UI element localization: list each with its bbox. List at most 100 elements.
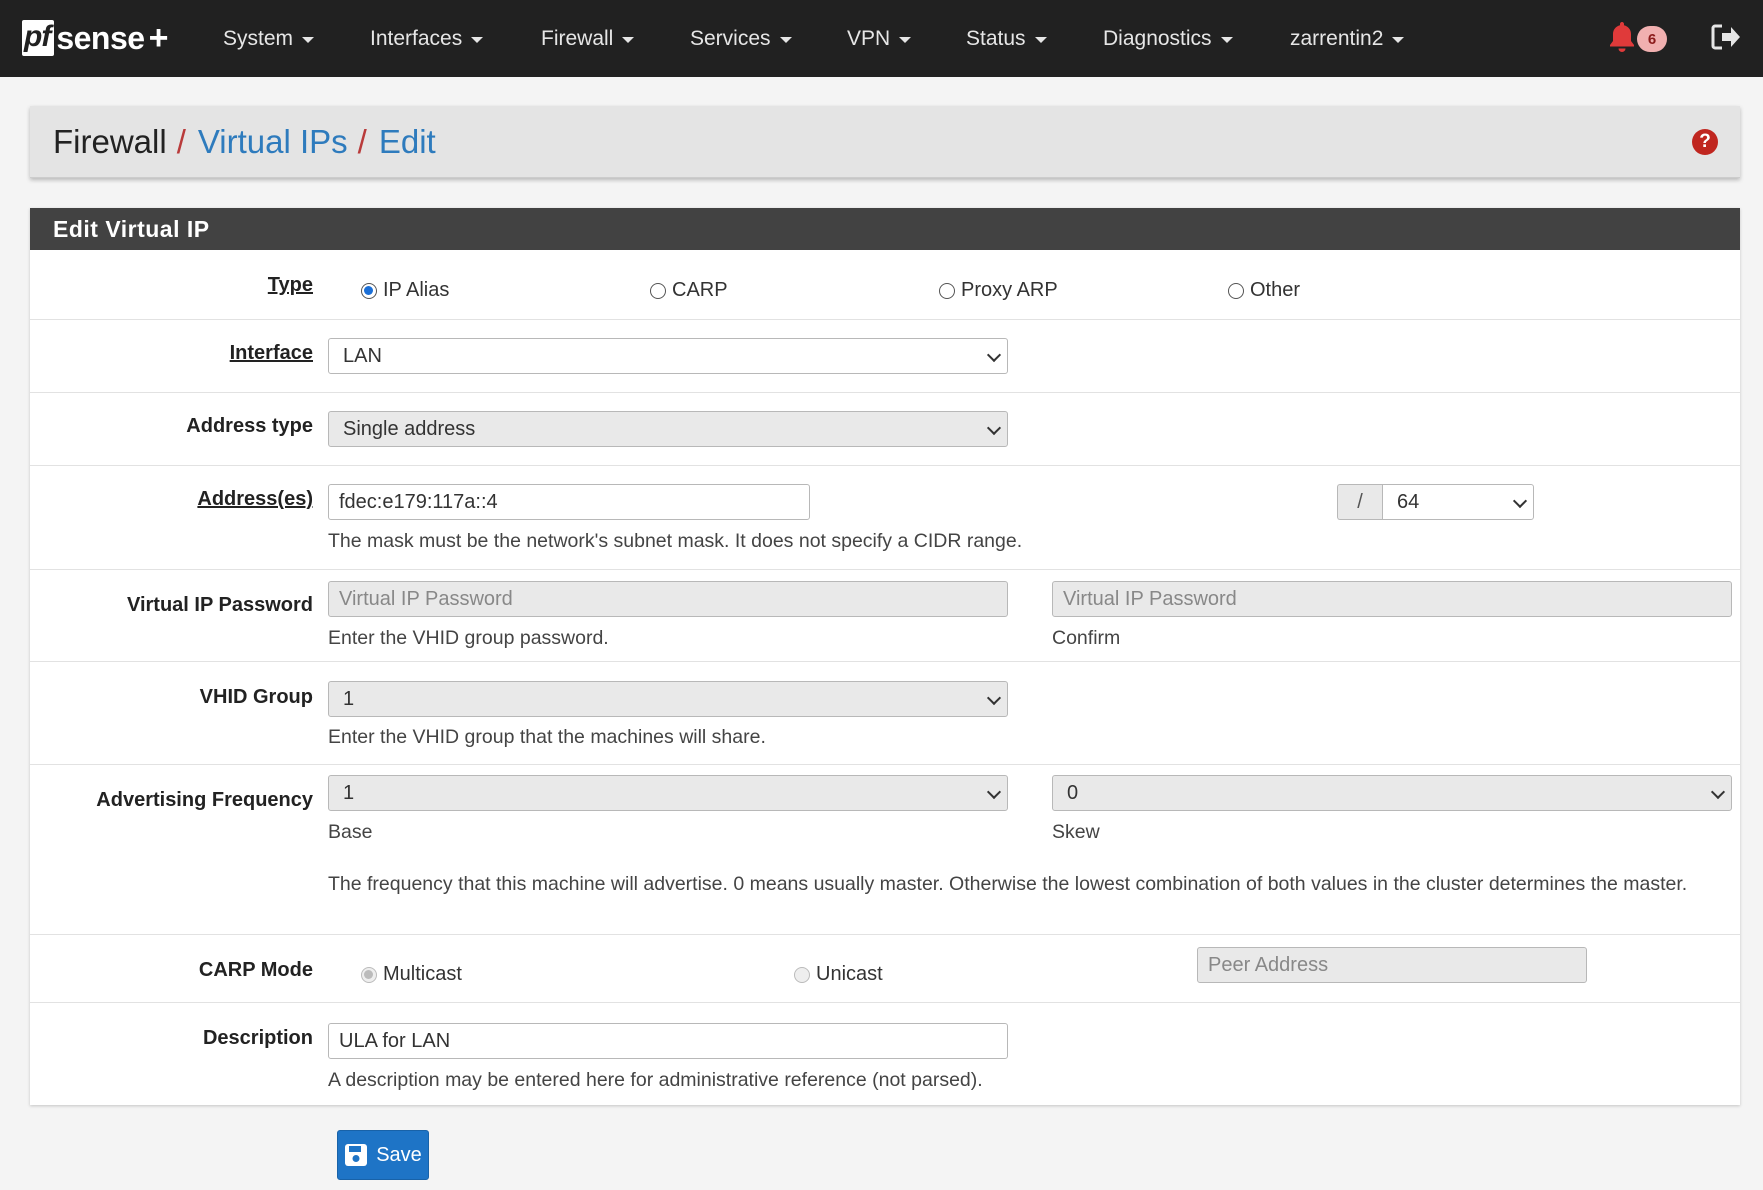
nav-vpn[interactable]: VPN (847, 0, 912, 77)
notification-badge[interactable]: 6 (1637, 26, 1667, 52)
nav-diagnostics-label: Diagnostics (1103, 26, 1212, 50)
nav-services[interactable]: Services (690, 0, 792, 77)
nav-interfaces[interactable]: Interfaces (370, 0, 484, 77)
mask-separator: / (1337, 484, 1382, 520)
chevron-down-icon (986, 784, 1002, 800)
nav-status-label: Status (966, 26, 1026, 50)
adv-base-select[interactable]: 1 (328, 775, 1008, 811)
nav-diagnostics[interactable]: Diagnostics (1103, 0, 1233, 77)
radio-icon (1228, 282, 1244, 299)
description-help: A description may be entered here for ad… (328, 1069, 983, 1091)
interface-select[interactable]: LAN (328, 338, 1008, 374)
nav-system-label: System (223, 26, 294, 50)
interface-row: Interface LAN (30, 319, 1740, 392)
adv-skew-value: 0 (1067, 781, 1079, 804)
caret-down-icon (1220, 37, 1233, 43)
nav-status[interactable]: Status (966, 0, 1047, 77)
address-type-label: Address type (186, 415, 313, 437)
radio-icon (650, 282, 666, 299)
vhid-select[interactable]: 1 (328, 681, 1008, 717)
radio-unicast-label: Unicast (816, 963, 883, 985)
logout-icon[interactable] (1710, 22, 1742, 52)
vhid-row: VHID Group 1 Enter the VHID group that t… (30, 661, 1740, 764)
radio-ip-alias[interactable]: IP Alias (361, 279, 449, 302)
radio-other[interactable]: Other (1228, 279, 1300, 302)
caret-down-icon (302, 37, 315, 43)
logo-pf: pf (22, 20, 55, 56)
adv-freq-help: The frequency that this machine will adv… (328, 873, 1688, 895)
radio-icon (794, 966, 810, 983)
nav-system[interactable]: System (223, 0, 315, 77)
save-button[interactable]: Save (337, 1130, 429, 1180)
mask-select[interactable]: 64 (1382, 484, 1534, 520)
password-row: Virtual IP Password Virtual IP Password … (30, 569, 1740, 661)
address-input[interactable]: fdec:e179:117a::4 (328, 484, 810, 520)
nav-firewall-label: Firewall (541, 26, 614, 50)
radio-unicast[interactable]: Unicast (794, 963, 883, 986)
adv-freq-label: Advertising Frequency (96, 789, 313, 811)
description-input[interactable]: ULA for LAN (328, 1023, 1008, 1059)
carp-mode-label: CARP Mode (198, 959, 313, 981)
address-row: Address(es) fdec:e179:117a::4 / 64 The m… (30, 465, 1740, 569)
peer-address-input[interactable]: Peer Address (1197, 947, 1587, 983)
caret-down-icon (471, 37, 484, 43)
breadcrumb-edit[interactable]: Edit (379, 123, 436, 161)
radio-icon (939, 282, 955, 299)
adv-skew-select[interactable]: 0 (1052, 775, 1732, 811)
adv-skew-help: Skew (1052, 821, 1100, 843)
address-help: The mask must be the network's subnet ma… (328, 530, 1023, 552)
chevron-down-icon (1710, 784, 1726, 800)
help-icon[interactable]: ? (1692, 129, 1718, 155)
password-input[interactable]: Virtual IP Password (328, 581, 1008, 617)
address-label: Address(es) (197, 488, 313, 510)
password-confirm-help: Confirm (1052, 627, 1121, 649)
nav-services-label: Services (690, 26, 771, 50)
breadcrumb-separator: / (357, 122, 367, 160)
chevron-down-icon (986, 347, 1002, 363)
logo-plus: + (148, 18, 169, 57)
caret-down-icon (622, 37, 635, 43)
address-type-value: Single address (343, 417, 476, 440)
adv-base-help: Base (328, 821, 373, 843)
panel-title: Edit Virtual IP (30, 208, 1740, 250)
nav-user[interactable]: zarrentin2 (1290, 0, 1405, 77)
radio-proxy-arp-label: Proxy ARP (961, 279, 1058, 301)
radio-carp-label: CARP (672, 279, 728, 301)
adv-freq-row: Advertising Frequency 1 Base 0 Skew The … (30, 764, 1740, 934)
interface-value: LAN (343, 344, 382, 367)
breadcrumb-virtual-ips[interactable]: Virtual IPs (198, 123, 348, 161)
password-confirm-input[interactable]: Virtual IP Password (1052, 581, 1732, 617)
caret-down-icon (1034, 37, 1047, 43)
caret-down-icon (779, 37, 792, 43)
adv-base-value: 1 (343, 781, 355, 804)
type-label: Type (267, 274, 313, 296)
nav-firewall[interactable]: Firewall (541, 0, 635, 77)
radio-proxy-arp[interactable]: Proxy ARP (939, 279, 1058, 302)
caret-down-icon (1392, 37, 1405, 43)
bell-icon[interactable] (1607, 20, 1637, 54)
chevron-down-icon (1512, 493, 1528, 509)
radio-carp[interactable]: CARP (650, 279, 728, 302)
chevron-down-icon (986, 690, 1002, 706)
nav-interfaces-label: Interfaces (370, 26, 463, 50)
logo-sense: sense (56, 19, 145, 56)
floppy-disk-icon (345, 1144, 368, 1166)
carp-mode-row: CARP Mode Multicast Unicast Peer Address (30, 934, 1740, 1002)
radio-multicast[interactable]: Multicast (361, 963, 462, 986)
address-type-row: Address type Single address (30, 392, 1740, 465)
description-label: Description (202, 1027, 313, 1049)
radio-multicast-label: Multicast (383, 963, 462, 985)
password-help: Enter the VHID group password. (328, 627, 609, 649)
address-type-select[interactable]: Single address (328, 411, 1008, 447)
breadcrumb-separator: / (176, 122, 186, 160)
type-row: Type IP Alias CARP Proxy ARP Other (30, 250, 1740, 319)
description-row: Description ULA for LAN A description ma… (30, 1002, 1740, 1105)
radio-icon (361, 282, 377, 299)
caret-down-icon (899, 37, 912, 43)
breadcrumb: Firewall / Virtual IPs / Edit ? (30, 106, 1740, 178)
top-navbar: pf sense + System Interfaces Firewall Se… (0, 0, 1763, 77)
edit-virtual-ip-panel: Edit Virtual IP Type IP Alias CARP Proxy… (30, 208, 1740, 1105)
pfsense-logo[interactable]: pf sense + (22, 18, 168, 58)
radio-icon (361, 966, 377, 983)
radio-ip-alias-label: IP Alias (383, 279, 450, 301)
